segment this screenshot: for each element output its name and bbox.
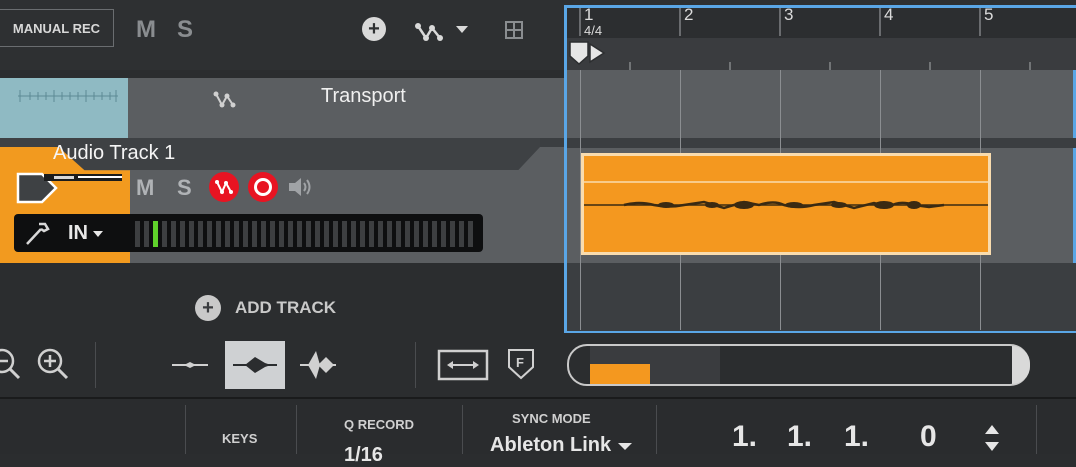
- automation-menu-button[interactable]: [414, 18, 474, 49]
- playhead-icon: [569, 41, 606, 66]
- q-record-value[interactable]: 1/16: [344, 444, 383, 467]
- transport-track-color: [0, 78, 128, 138]
- divider: [185, 405, 186, 454]
- zoom-in-icon: [37, 348, 69, 380]
- level-meter-bars: [135, 221, 473, 247]
- follow-shield-icon: F: [508, 349, 534, 380]
- waveform-zoom-large-button[interactable]: [298, 347, 338, 388]
- up-down-arrows-icon: [985, 425, 999, 451]
- position-sixteenth[interactable]: 1.: [844, 420, 869, 454]
- zoom-out-icon: [0, 348, 21, 380]
- waveform: [581, 181, 996, 210]
- master-solo-button[interactable]: S: [177, 16, 193, 44]
- svg-text:F: F: [516, 355, 524, 370]
- input-settings-button[interactable]: [22, 220, 52, 253]
- record-mode-button[interactable]: MANUAL REC: [0, 9, 114, 47]
- waveform-medium-icon: [233, 357, 277, 373]
- divider: [415, 342, 416, 388]
- bar-number: 1: [584, 5, 594, 24]
- divider: [1036, 405, 1037, 454]
- bar-number: 2: [684, 5, 694, 24]
- wrench-icon: [26, 222, 50, 245]
- position-beat[interactable]: 1.: [787, 420, 812, 454]
- track-automation-button[interactable]: [208, 171, 240, 208]
- record-icon: [248, 172, 278, 202]
- divider: [296, 405, 297, 454]
- transport-automation-button[interactable]: [212, 88, 238, 115]
- track-instrument-button[interactable]: [14, 168, 126, 213]
- track-solo-button[interactable]: S: [177, 175, 192, 201]
- bar-number: 5: [984, 5, 994, 24]
- ruler-ticks-icon: [18, 90, 118, 102]
- waveform-large-icon: [300, 351, 336, 379]
- transport-track-name: Transport: [321, 85, 406, 107]
- time-signature[interactable]: 4/4: [584, 23, 602, 38]
- master-mute-button[interactable]: M: [136, 16, 156, 44]
- follow-button[interactable]: F: [506, 347, 536, 386]
- waveform-zoom-small-button[interactable]: [170, 354, 210, 381]
- chevron-down-icon: [618, 442, 633, 450]
- audio-input-icon: [16, 172, 122, 204]
- automation-icon: [213, 91, 236, 108]
- automation-icon: [209, 172, 239, 202]
- add-track-button[interactable]: + ADD TRACK: [195, 295, 336, 321]
- position-stepper[interactable]: [982, 422, 1002, 459]
- plus-circle-icon[interactable]: +: [362, 17, 386, 41]
- automation-icon: [415, 23, 468, 41]
- record-mode-label: MANUAL REC: [12, 20, 101, 36]
- monitor-button[interactable]: [287, 175, 315, 204]
- ruler-ticks: [579, 8, 1031, 70]
- speaker-icon: [289, 178, 311, 196]
- audio-clip[interactable]: [581, 153, 996, 255]
- chevron-down-icon: [456, 26, 468, 33]
- lane-divider: [567, 138, 1076, 148]
- fit-width-icon: [437, 349, 489, 381]
- position-ticks[interactable]: 0: [920, 420, 937, 454]
- fit-to-window-button[interactable]: [437, 349, 489, 386]
- divider: [656, 405, 657, 454]
- q-record-label: Q RECORD: [344, 417, 415, 432]
- bar-number: 4: [884, 5, 894, 24]
- track-name[interactable]: Audio Track 1: [53, 142, 175, 165]
- empty-lane: [567, 263, 1076, 331]
- grid-icon: [505, 21, 523, 39]
- overview-clip: [590, 364, 650, 384]
- waveform-zoom-medium-button[interactable]: [225, 341, 285, 389]
- input-selector[interactable]: IN: [68, 222, 104, 245]
- zoom-in-button[interactable]: [36, 346, 72, 385]
- bar-number: 3: [784, 5, 794, 24]
- zoom-out-button[interactable]: [0, 346, 24, 385]
- grid-button[interactable]: [505, 21, 523, 44]
- level-meter: [133, 221, 478, 252]
- plus-circle-icon: +: [195, 295, 221, 321]
- playhead-marker[interactable]: [568, 40, 608, 71]
- position-bar[interactable]: 1.: [732, 420, 757, 454]
- divider: [462, 405, 463, 454]
- input-selector-label: IN: [68, 222, 88, 244]
- keys-button[interactable]: KEYS: [222, 431, 257, 446]
- chevron-down-icon: [93, 230, 103, 237]
- record-arm-button[interactable]: [247, 171, 279, 208]
- track-mute-button[interactable]: M: [136, 175, 154, 201]
- divider: [95, 342, 96, 388]
- add-track-label: ADD TRACK: [235, 298, 337, 317]
- sync-mode-label: SYNC MODE: [512, 411, 591, 426]
- waveform-small-icon: [172, 362, 208, 368]
